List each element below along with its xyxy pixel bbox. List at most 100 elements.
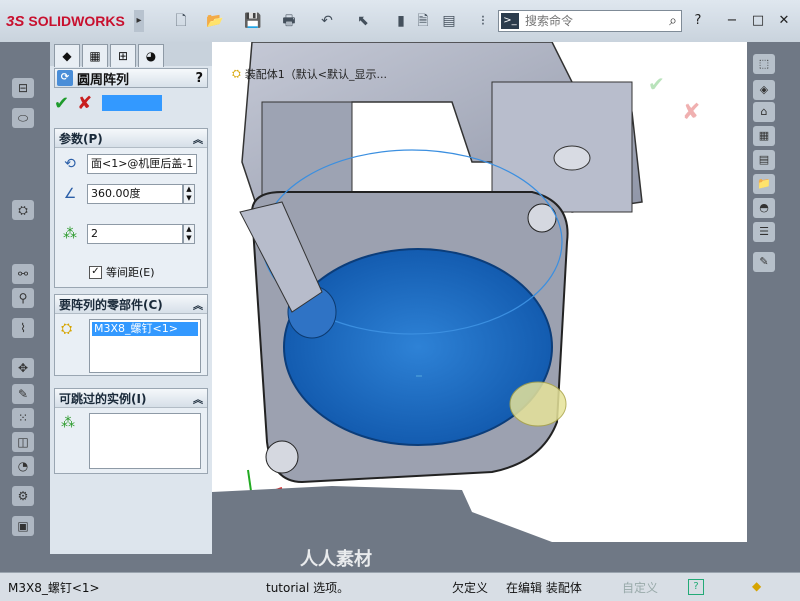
parameters-header[interactable]: 参数(P) ︽: [55, 129, 207, 148]
appearance-tab[interactable]: ◕: [138, 44, 164, 67]
save-icon[interactable]: 💾: [244, 12, 262, 30]
status-hint: tutorial 选项。: [266, 581, 350, 595]
maximize-button[interactable]: □: [748, 12, 768, 30]
close-button[interactable]: ✕: [774, 12, 794, 30]
status-mode: 在编辑 装配体: [506, 581, 582, 595]
circular-pattern-icon: ⟳: [57, 70, 73, 86]
property-manager-tab[interactable]: ▦: [82, 44, 108, 67]
graphics-area[interactable]: [212, 41, 747, 556]
selected-face: [283, 248, 553, 446]
display-icon[interactable]: ▣: [12, 516, 34, 536]
skip-instances-header[interactable]: 可跳过的实例(I) ︽: [55, 389, 207, 408]
instances-field[interactable]: 2: [87, 224, 183, 244]
ds-logo-icon: 3S: [6, 12, 25, 30]
ok-button[interactable]: ✔: [54, 93, 69, 114]
pm-help-button[interactable]: ?: [195, 71, 203, 86]
angle-icon: ∠: [63, 186, 77, 202]
instances-spinner[interactable]: ▲ ▼: [183, 224, 195, 244]
view-orientation-icon[interactable]: ⬚: [753, 54, 775, 74]
sketch-icon[interactable]: ✎: [12, 384, 34, 404]
solidworks-resources-icon[interactable]: ⌂: [753, 102, 775, 122]
cancel-button[interactable]: ✘: [77, 93, 92, 114]
collapse-icon[interactable]: ︽: [193, 297, 203, 312]
mate-icon[interactable]: ⚯: [12, 264, 34, 284]
equal-spacing-row: ✓ 等间距(E): [55, 261, 207, 283]
forum-icon[interactable]: ✎: [753, 252, 775, 272]
component-icon[interactable]: ⬭: [12, 108, 34, 128]
custom-properties-icon[interactable]: ☰: [753, 222, 775, 242]
display-style-icon[interactable]: ◈: [753, 80, 775, 100]
undo-icon[interactable]: ↶: [318, 12, 336, 30]
smart-fasteners-icon[interactable]: ⌇: [12, 318, 34, 338]
component-select-icon: ⛭: [61, 321, 73, 337]
property-manager: ◆ ▦ ⊞ ◕ ⟳ 圆周阵列 ? ✔ ✘ 参数(P) ︽ ⟲ 面<1>@机匣后盖…: [50, 42, 213, 554]
reverse-direction-icon[interactable]: ⟲: [59, 154, 81, 174]
brand-name: SOLIDWORKS: [28, 13, 125, 29]
equal-spacing-checkbox[interactable]: ✓: [89, 265, 102, 279]
exploded-view-icon[interactable]: ◔: [12, 456, 34, 476]
print-icon[interactable]: 🖶: [280, 12, 298, 30]
skip-instances-title: 可跳过的实例(I): [59, 391, 147, 406]
parameters-title: 参数(P): [59, 131, 103, 146]
skip-instances-group: 可跳过的实例(I) ︽ ⁂: [54, 388, 208, 474]
axis-row: ⟲ 面<1>@机匣后盖-1: [55, 153, 207, 175]
linear-pattern-icon[interactable]: ⁙: [12, 408, 34, 428]
axis-field[interactable]: 面<1>@机匣后盖-1: [87, 154, 197, 174]
assembly-tree-icon: ⛭: [232, 67, 241, 80]
insert-component-icon[interactable]: ⛭: [12, 200, 34, 220]
parameters-group: 参数(P) ︽ ⟲ 面<1>@机匣后盖-1 ∠ 360.00度 ▲ ▼ ⁂ 2 ▲…: [54, 128, 208, 288]
menu-expand-arrow[interactable]: ▸: [134, 10, 144, 32]
angle-row: ∠ 360.00度 ▲ ▼: [55, 183, 207, 205]
feature-manager-tab[interactable]: ◆: [54, 44, 80, 67]
components-title: 要阵列的零部件(C): [59, 297, 163, 312]
search-input[interactable]: [523, 13, 647, 29]
new-icon[interactable]: 🗋: [172, 12, 190, 30]
status-definition: 欠定义: [452, 581, 489, 595]
reference-geometry-icon[interactable]: ◫: [12, 432, 34, 452]
left-toolbar: ⊟ ⬭ ⛭ ⚯ ⚲ ⌇ ✥ ✎ ⁙ ◫ ◔ ⚙ ▣: [0, 42, 50, 572]
options-dropdown-icon[interactable]: ⁝: [474, 12, 492, 30]
watermark: 人人素材: [300, 549, 372, 570]
minimize-button[interactable]: −: [722, 12, 742, 30]
list-item[interactable]: M3X8_螺钉<1>: [92, 322, 198, 336]
view-palette-icon[interactable]: 📁: [753, 174, 775, 194]
model-viewport[interactable]: [212, 41, 747, 556]
skip-instances-list[interactable]: [89, 413, 201, 469]
components-list[interactable]: M3X8_螺钉<1>: [89, 319, 201, 373]
help-button[interactable]: ?: [688, 12, 708, 30]
task-pane-tabs: ⬚ ◈ ⌂ ▦ ▤ 📁 ◓ ☰ ✎: [747, 42, 800, 572]
file-explorer-icon[interactable]: ▤: [753, 150, 775, 170]
quick-tips-icon[interactable]: ?: [688, 579, 704, 595]
select-icon[interactable]: ⬉: [354, 12, 372, 30]
angle-field[interactable]: 360.00度: [87, 184, 183, 204]
search-icon[interactable]: ⌕: [669, 13, 677, 29]
move-component-icon[interactable]: ✥: [12, 358, 34, 378]
configuration-manager-tab[interactable]: ⊞: [110, 44, 136, 67]
angle-spinner[interactable]: ▲ ▼: [183, 184, 195, 204]
file-properties-icon[interactable]: 🗎: [414, 12, 432, 30]
appearances-icon[interactable]: ◓: [753, 198, 775, 218]
options-icon[interactable]: ▤: [440, 12, 458, 30]
feature-header: ⟳ 圆周阵列 ?: [54, 68, 208, 88]
collapse-icon[interactable]: ︽: [193, 131, 203, 146]
search-commands[interactable]: >_ ⌕: [498, 10, 682, 32]
open-icon[interactable]: 📂: [206, 12, 224, 30]
interference-icon[interactable]: ⚙: [12, 486, 34, 506]
design-library-icon[interactable]: ▦: [753, 126, 775, 146]
collapse-icon[interactable]: ︽: [193, 391, 203, 406]
components-header[interactable]: 要阵列的零部件(C) ︽: [55, 295, 207, 314]
pattern-icon[interactable]: ⚲: [12, 288, 34, 308]
assembly-icon[interactable]: ⊟: [12, 78, 34, 98]
viewport-background: [212, 486, 747, 556]
feature-title: 圆周阵列: [77, 72, 130, 88]
tag-icon[interactable]: ◆: [752, 579, 761, 593]
confirm-corner-cancel[interactable]: ✘: [682, 100, 700, 125]
title-bar: 3S SOLIDWORKS ▸ 🗋 📂 💾 🖶 ↶ ⬉ ▮ 🗎 ▤ ⁝ >_ ⌕…: [0, 0, 800, 43]
solidworks-logo[interactable]: 3S SOLIDWORKS: [6, 10, 125, 32]
confirm-corner-ok[interactable]: ✔: [648, 72, 665, 96]
instances-row: ⁂ 2 ▲ ▼: [55, 223, 207, 245]
status-units[interactable]: 自定义: [622, 579, 658, 596]
components-group: 要阵列的零部件(C) ︽ ⛭ M3X8_螺钉<1>: [54, 294, 208, 376]
feature-tree-flyout[interactable]: ⛭ 装配体1（默认<默认_显示...: [232, 66, 387, 82]
rebuild-icon[interactable]: ▮: [392, 12, 410, 30]
